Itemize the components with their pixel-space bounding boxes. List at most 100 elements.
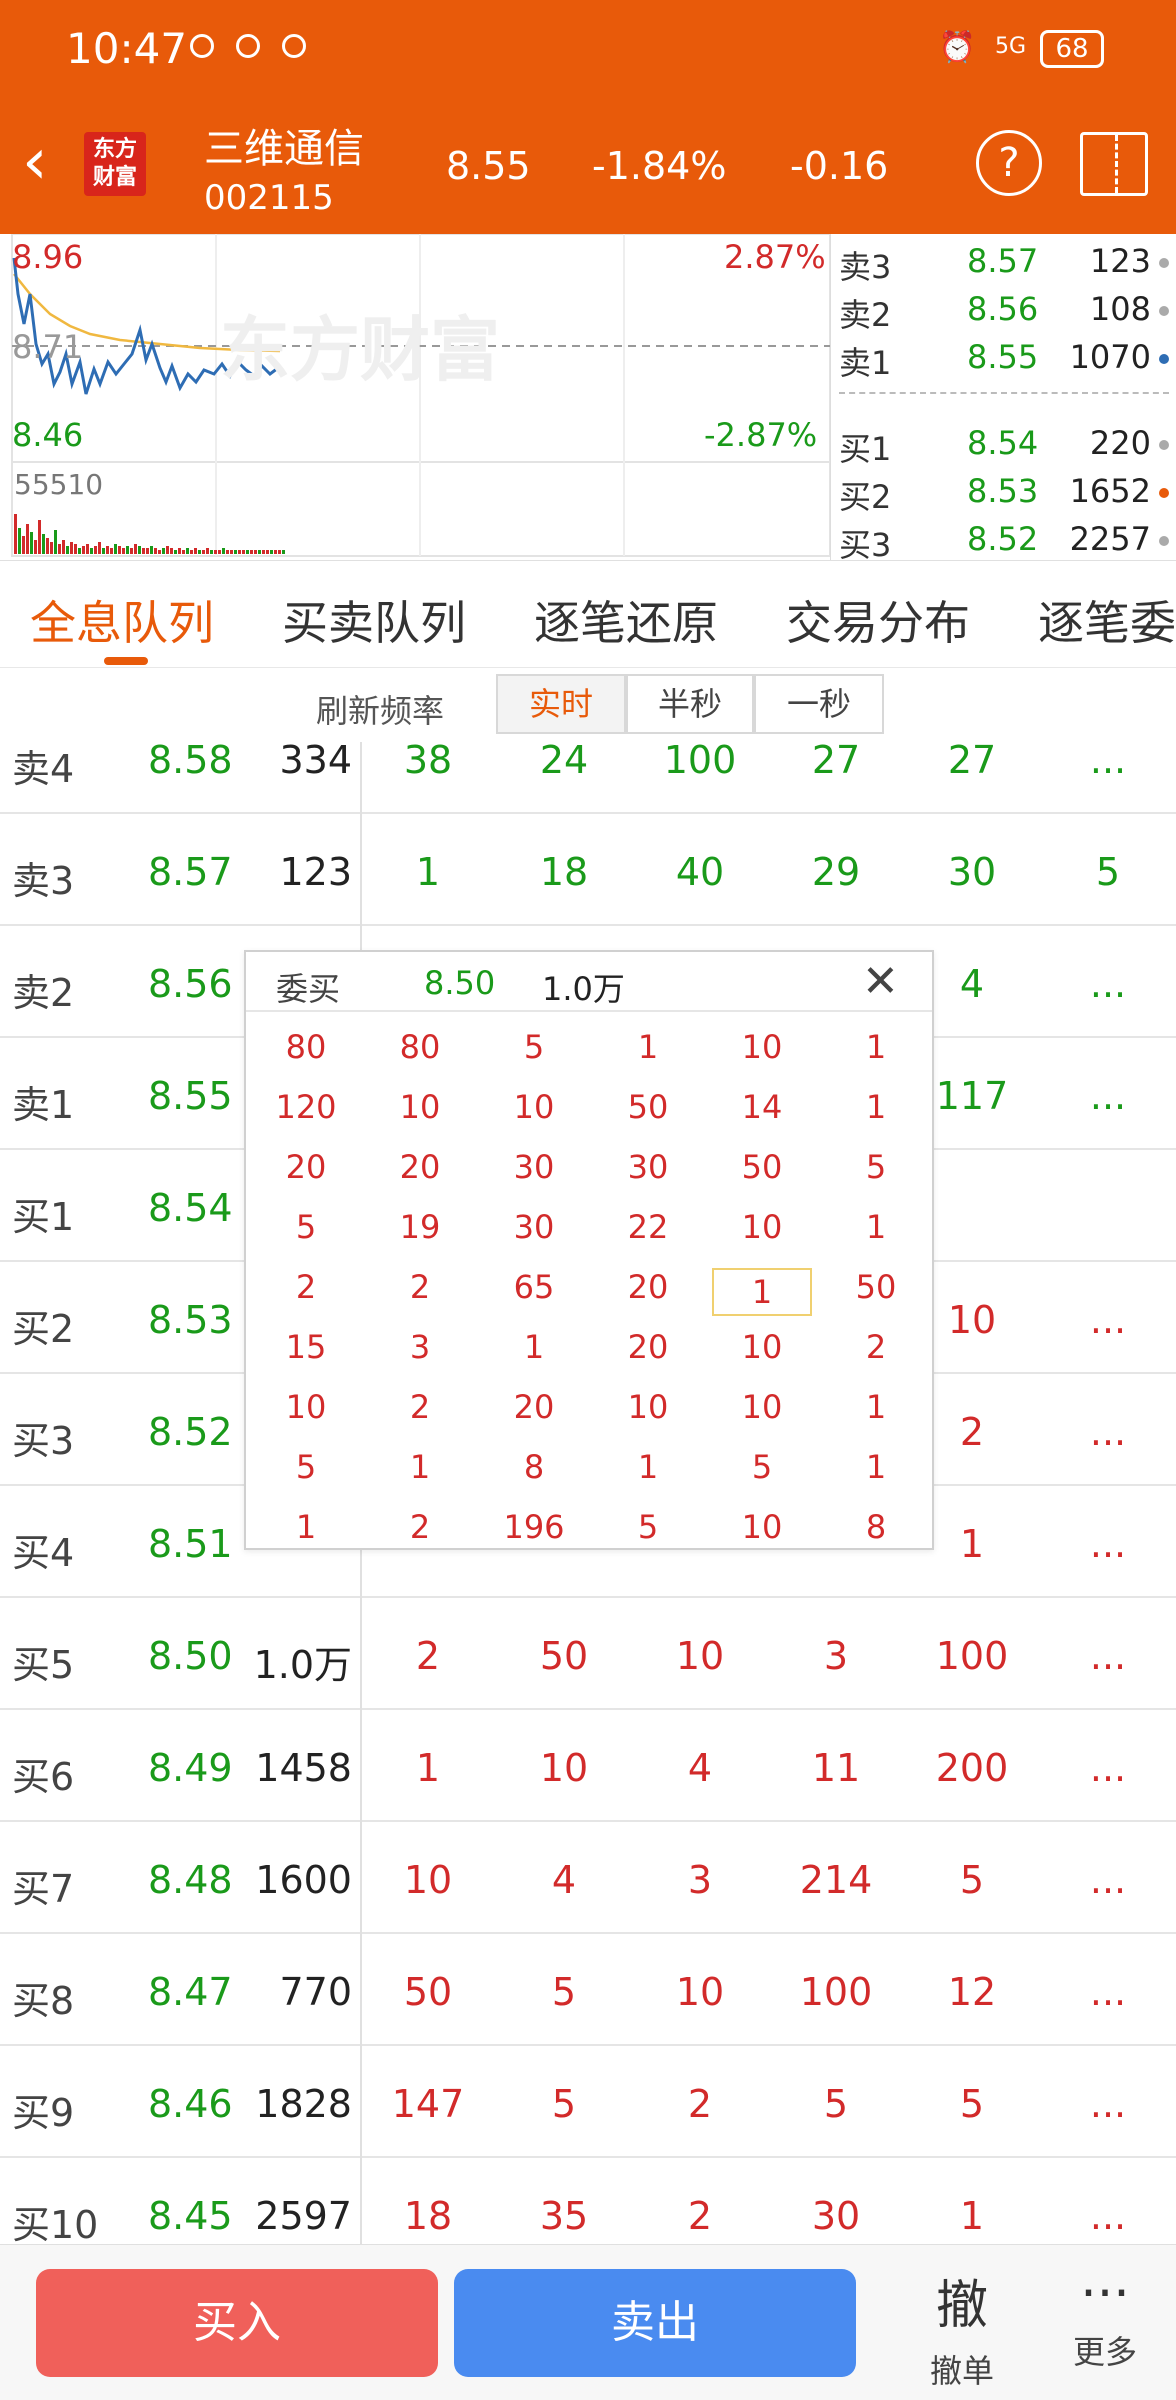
popup-order-cell[interactable]: 5 <box>256 1208 356 1246</box>
queue-order-cell[interactable]: 3 <box>776 1634 896 1678</box>
popup-order-cell[interactable]: 50 <box>598 1088 698 1126</box>
queue-order-cell[interactable]: 147 <box>368 2082 488 2126</box>
popup-order-cell[interactable]: 10 <box>256 1388 356 1426</box>
queue-row[interactable]: 卖3 8.57 123 1 18 40 29 30 5 <box>0 814 1176 926</box>
queue-order-cell[interactable]: 11 <box>776 1746 896 1790</box>
queue-order-cell[interactable]: 10 <box>640 1970 760 2014</box>
queue-row[interactable]: 买6 8.49 1458 1 10 4 11 200... <box>0 1710 1176 1822</box>
queue-order-cell[interactable]: 100 <box>640 742 760 782</box>
tab-trade-restore[interactable]: 逐笔还原 <box>534 587 718 653</box>
queue-row[interactable]: 买9 8.46 1828 147 5 2 5 5... <box>0 2046 1176 2158</box>
more-button[interactable]: ··· 更多 <box>1040 2263 1170 2393</box>
popup-order-cell[interactable]: 1 <box>598 1028 698 1066</box>
popup-order-cell[interactable]: 10 <box>712 1388 812 1426</box>
popup-order-cell[interactable]: 2 <box>826 1328 926 1366</box>
queue-order-cell[interactable]: 1 <box>368 850 488 894</box>
queue-row[interactable]: 买5 8.50 1.0万 2 50 10 3 100... <box>0 1598 1176 1710</box>
popup-order-cell[interactable]: 5 <box>826 1148 926 1186</box>
popup-order-cell[interactable]: 1 <box>370 1448 470 1486</box>
queue-order-cell[interactable]: 200 <box>912 1746 1032 1790</box>
popup-order-cell[interactable]: 22 <box>598 1208 698 1246</box>
popup-order-cell[interactable]: 20 <box>484 1388 584 1426</box>
order-book[interactable]: 卖3 8.57 123 卖2 8.56 108 卖1 8.55 1070 买1 8.54 220 买2 8… <box>830 234 1176 564</box>
queue-order-cell[interactable]: ... <box>1048 742 1168 782</box>
popup-order-cell[interactable]: 80 <box>256 1028 356 1066</box>
queue-row[interactable]: 买7 8.48 1600 10 4 3 214 5... <box>0 1822 1176 1934</box>
popup-order-cell[interactable]: 50 <box>826 1268 926 1306</box>
queue-order-cell[interactable]: 4 <box>640 1746 760 1790</box>
popup-order-cell[interactable]: 1 <box>826 1028 926 1066</box>
popup-order-cell[interactable]: 10 <box>484 1088 584 1126</box>
order-queue-popup[interactable]: 委买 8.50 1.0万 ✕ 80 80 5 1 10 1 120 10 10 50 14 1 20 20… <box>244 950 934 1550</box>
popup-order-cell[interactable]: 30 <box>598 1148 698 1186</box>
tab-buy-sell-queue[interactable]: 买卖队列 <box>282 587 466 653</box>
queue-order-cell[interactable]: 2 <box>368 1634 488 1678</box>
queue-order-cell[interactable]: 30 <box>776 2194 896 2238</box>
queue-order-cell[interactable]: 27 <box>776 742 896 782</box>
queue-order-cell[interactable]: 30 <box>912 850 1032 894</box>
refresh-option-half-second[interactable]: 半秒 <box>626 674 754 734</box>
intraday-chart[interactable]: 8.96 8.71 8.46 2.87% -2.87% 55510 东方财富 <box>0 234 830 560</box>
queue-order-cell[interactable]: ... <box>1048 1074 1168 1118</box>
popup-order-cell[interactable]: 10 <box>712 1208 812 1246</box>
queue-order-cell[interactable]: ... <box>1048 1970 1168 2014</box>
tab-full-queue[interactable]: 全息队列 <box>30 587 214 653</box>
queue-order-cell[interactable]: 29 <box>776 850 896 894</box>
queue-order-cell[interactable]: ... <box>1048 1858 1168 1902</box>
queue-order-cell[interactable]: 2 <box>640 2082 760 2126</box>
popup-order-cell[interactable]: 1 <box>598 1448 698 1486</box>
cancel-order-button[interactable]: 撤 撤单 <box>902 2263 1022 2393</box>
queue-order-cell[interactable]: 40 <box>640 850 760 894</box>
queue-order-cell[interactable]: 100 <box>912 1634 1032 1678</box>
order-book-row[interactable]: 买3 8.52 2257 <box>839 516 1169 564</box>
popup-order-cell[interactable]: 196 <box>484 1508 584 1546</box>
popup-order-cell[interactable]: 14 <box>712 1088 812 1126</box>
popup-order-cell[interactable]: 20 <box>598 1268 698 1306</box>
popup-order-cell[interactable]: 30 <box>484 1208 584 1246</box>
popup-order-cell[interactable]: 1 <box>826 1388 926 1426</box>
popup-order-cell[interactable]: 15 <box>256 1328 356 1366</box>
popup-order-cell[interactable]: 50 <box>712 1148 812 1186</box>
order-book-row[interactable]: 买1 8.54 220 <box>839 420 1169 468</box>
sell-button[interactable]: 卖出 <box>454 2269 856 2377</box>
buy-button[interactable]: 买入 <box>36 2269 438 2377</box>
queue-order-cell[interactable]: 24 <box>504 742 624 782</box>
queue-order-cell[interactable]: 10 <box>368 1858 488 1902</box>
queue-order-cell[interactable]: 5 <box>912 1858 1032 1902</box>
popup-order-cell[interactable]: 1 <box>484 1328 584 1366</box>
popup-order-cell[interactable]: 30 <box>484 1148 584 1186</box>
popup-order-cell[interactable]: 65 <box>484 1268 584 1306</box>
queue-order-cell[interactable]: 5 <box>776 2082 896 2126</box>
help-icon[interactable]: ? <box>976 130 1042 196</box>
refresh-option-one-second[interactable]: 一秒 <box>754 674 884 734</box>
popup-order-cell[interactable]: 10 <box>712 1508 812 1546</box>
popup-order-cell[interactable]: 8 <box>484 1448 584 1486</box>
popup-order-cell[interactable]: 1 <box>826 1088 926 1126</box>
queue-order-cell[interactable]: 5 <box>504 1970 624 2014</box>
order-book-row[interactable]: 买2 8.53 1652 <box>839 468 1169 516</box>
queue-order-cell[interactable]: 214 <box>776 1858 896 1902</box>
popup-order-cell[interactable]: 10 <box>712 1028 812 1066</box>
popup-order-cell[interactable]: 5 <box>256 1448 356 1486</box>
order-book-row[interactable]: 卖1 8.55 1070 <box>839 334 1169 382</box>
order-book-row[interactable]: 卖3 8.57 123 <box>839 238 1169 286</box>
queue-order-cell[interactable]: ... <box>1048 1410 1168 1454</box>
queue-order-cell[interactable]: ... <box>1048 1634 1168 1678</box>
popup-order-cell[interactable]: 20 <box>370 1148 470 1186</box>
queue-order-cell[interactable]: ... <box>1048 2082 1168 2126</box>
queue-order-cell[interactable]: ... <box>1048 2194 1168 2238</box>
popup-order-cell[interactable]: 1 <box>826 1448 926 1486</box>
queue-order-cell[interactable]: ... <box>1048 1298 1168 1342</box>
queue-order-cell[interactable]: 5 <box>504 2082 624 2126</box>
popup-order-cell[interactable]: 1 <box>826 1208 926 1246</box>
popup-order-cell[interactable]: 8 <box>826 1508 926 1546</box>
popup-order-cell[interactable]: 5 <box>598 1508 698 1546</box>
layout-switch-icon[interactable] <box>1080 132 1148 196</box>
refresh-option-realtime[interactable]: 实时 <box>496 674 626 734</box>
queue-order-cell[interactable]: 5 <box>1048 850 1168 894</box>
queue-row[interactable]: 买10 8.45 2597 18 35 2 30 1... <box>0 2158 1176 2244</box>
popup-order-cell[interactable]: 2 <box>370 1268 470 1306</box>
queue-order-cell[interactable]: 2 <box>640 2194 760 2238</box>
order-book-row[interactable]: 卖2 8.56 108 <box>839 286 1169 334</box>
queue-order-cell[interactable]: 10 <box>504 1746 624 1790</box>
